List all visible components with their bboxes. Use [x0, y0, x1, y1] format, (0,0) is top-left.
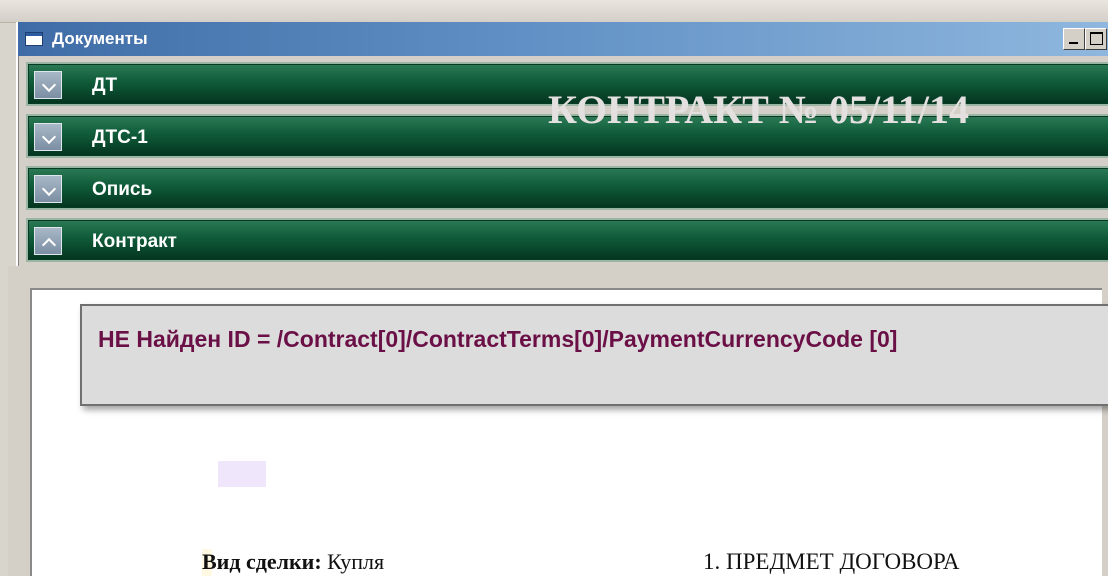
section-title: ДТ [92, 75, 118, 96]
expand-toggle-button[interactable] [34, 175, 62, 203]
deal-type: Вид сделки: Купля [202, 549, 384, 575]
not-found-alert: НЕ Найден ID = /Contract[0]/ContractTerm… [80, 304, 1108, 406]
expand-toggle-button[interactable] [34, 71, 62, 99]
window-icon [25, 32, 43, 46]
section-title: Опись [92, 179, 153, 200]
collapse-toggle-button[interactable] [34, 227, 62, 255]
placeholder-field [218, 461, 266, 487]
maximize-button[interactable] [1085, 28, 1107, 50]
section-inventory[interactable]: Опись [26, 166, 1108, 210]
contract-watermark: КОНТРАКТ № 05/11/14 [548, 87, 970, 132]
title-bar[interactable]: Документы [18, 22, 1108, 56]
chevron-down-icon [41, 77, 57, 93]
chevron-up-icon [41, 237, 57, 253]
minimize-button[interactable] [1063, 28, 1085, 50]
section-contract[interactable]: Контракт [26, 218, 1108, 262]
background-window-strip [0, 0, 1108, 23]
screen: Документы ДТ ДТС-1 Опись Контракт КОНТРА… [0, 0, 1108, 576]
section-title: ДТС-1 [92, 127, 148, 148]
expand-toggle-button[interactable] [34, 123, 62, 151]
section-title: Контракт [92, 231, 177, 252]
deal-type-label: Вид сделки: [202, 549, 322, 574]
chevron-down-icon [41, 129, 57, 145]
contract-section-heading: 1. ПРЕДМЕТ ДОГОВОРА [703, 549, 960, 574]
deal-type-value: Купля [321, 549, 385, 574]
window-title: Документы [52, 29, 148, 48]
chevron-down-icon [41, 181, 57, 197]
